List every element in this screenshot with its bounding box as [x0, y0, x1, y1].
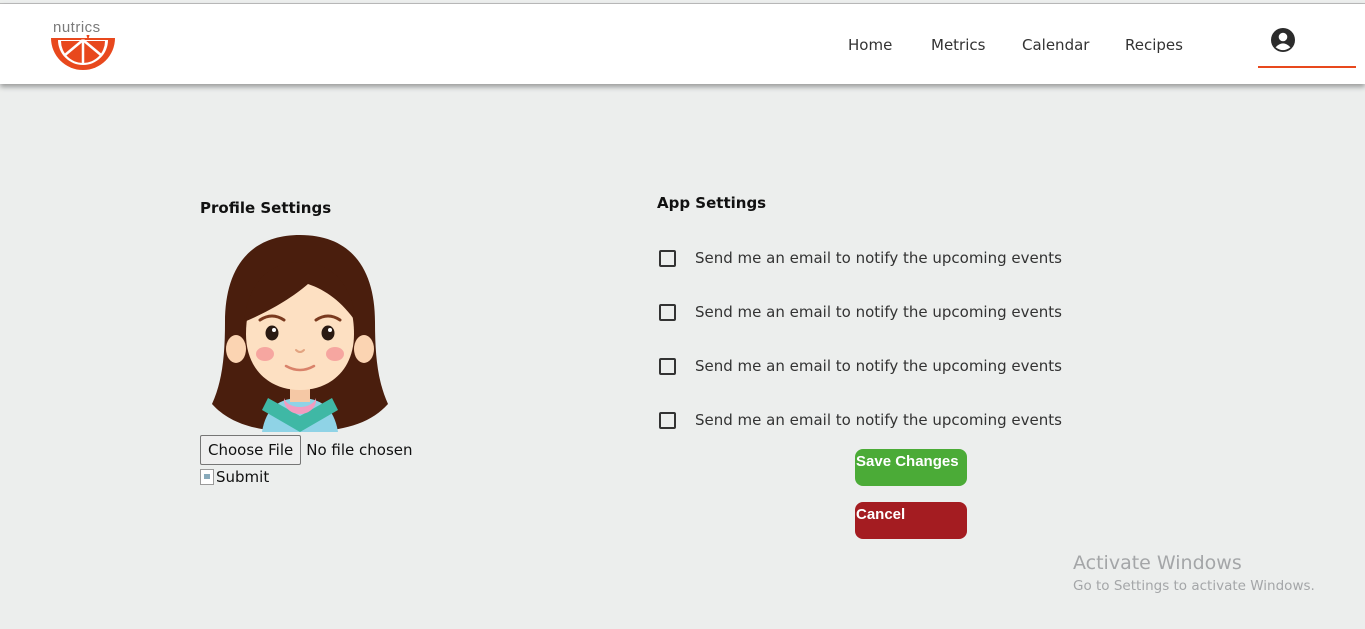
nav-calendar[interactable]: Calendar — [1022, 36, 1089, 54]
choose-file-button[interactable]: Choose File — [200, 435, 302, 465]
submit-alt-text: Submit — [216, 468, 270, 486]
file-status-text: No file chosen — [306, 441, 413, 459]
logo-text: nutrics — [53, 19, 101, 36]
profile-settings-title: Profile Settings — [200, 199, 332, 217]
email-option-row: Send me an email to notify the upcoming … — [659, 409, 1062, 431]
email-option-row: Send me an email to notify the upcoming … — [659, 355, 1062, 377]
user-account-button[interactable] — [1258, 26, 1356, 68]
app-settings-title: App Settings — [657, 194, 767, 212]
navbar: nutrics Home Metrics Calendar Recipes — [0, 4, 1365, 84]
cancel-button[interactable]: Cancel — [855, 502, 967, 539]
nav-metrics[interactable]: Metrics — [931, 36, 985, 54]
email-notify-label: Send me an email to notify the upcoming … — [695, 303, 1062, 321]
email-option-row: Send me an email to notify the upcoming … — [659, 301, 1062, 323]
windows-activation-watermark: Activate Windows Go to Settings to activ… — [1073, 552, 1315, 594]
girl-avatar-icon — [212, 235, 388, 432]
profile-avatar — [208, 232, 392, 434]
email-notify-label: Send me an email to notify the upcoming … — [695, 249, 1062, 267]
email-option-row: Send me an email to notify the upcoming … — [659, 247, 1062, 269]
email-notify-label: Send me an email to notify the upcoming … — [695, 357, 1062, 375]
nav-recipes[interactable]: Recipes — [1125, 36, 1183, 54]
watermark-title: Activate Windows — [1073, 552, 1242, 574]
submit-image-button[interactable]: Submit — [200, 466, 269, 488]
watermark-subtitle: Go to Settings to activate Windows. — [1073, 578, 1315, 594]
nav-home[interactable]: Home — [848, 36, 892, 54]
email-notify-checkbox[interactable] — [659, 249, 676, 267]
email-notify-checkbox[interactable] — [659, 303, 676, 321]
save-changes-button[interactable]: Save Changes — [855, 449, 967, 486]
email-notify-label: Send me an email to notify the upcoming … — [695, 411, 1062, 429]
email-notify-checkbox[interactable] — [659, 411, 676, 429]
nutrics-logo[interactable]: nutrics — [50, 19, 120, 71]
orange-slice-icon — [51, 35, 115, 70]
email-notify-checkbox[interactable] — [659, 357, 676, 375]
user-circle-icon — [1271, 28, 1295, 52]
broken-image-icon — [200, 469, 214, 485]
file-upload: Choose File No file chosen — [200, 435, 413, 465]
